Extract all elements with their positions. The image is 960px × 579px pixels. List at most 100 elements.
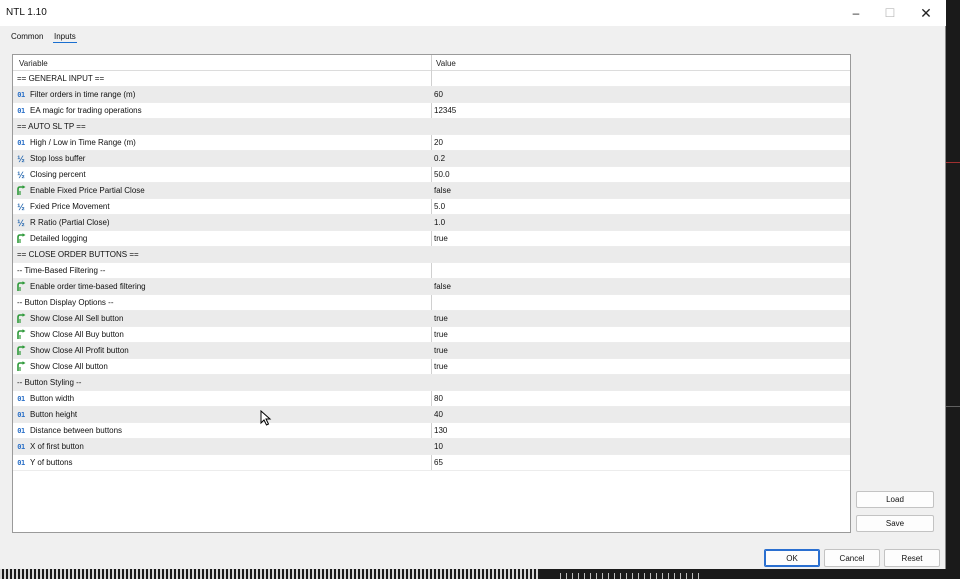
- table-row[interactable]: 01 Button height 40: [13, 407, 850, 423]
- table-row[interactable]: Enable Fixed Price Partial Close false: [13, 183, 850, 199]
- value-cell[interactable]: [434, 119, 844, 134]
- value-cell[interactable]: false: [434, 279, 844, 294]
- variable-cell[interactable]: ½ Fxied Price Movement: [15, 199, 429, 214]
- value-cell[interactable]: [434, 247, 844, 262]
- int-icon: 01: [17, 106, 25, 115]
- column-header-value[interactable]: Value: [436, 59, 456, 68]
- variable-cell[interactable]: == GENERAL INPUT ==: [15, 71, 429, 86]
- value-cell[interactable]: true: [434, 359, 844, 374]
- value-cell[interactable]: false: [434, 183, 844, 198]
- value-cell[interactable]: 20: [434, 135, 844, 150]
- table-row[interactable]: 01 X of first button 10: [13, 439, 850, 455]
- variable-cell[interactable]: Show Close All button: [15, 359, 429, 374]
- int-icon: 01: [17, 138, 25, 147]
- load-button[interactable]: Load: [856, 491, 934, 508]
- variable-cell[interactable]: 01 Button height: [15, 407, 429, 422]
- table-row[interactable]: 01 Distance between buttons 130: [13, 423, 850, 439]
- table-row[interactable]: 01 Y of buttons 65: [13, 455, 850, 471]
- table-row[interactable]: Show Close All Buy button true: [13, 327, 850, 343]
- title-bar[interactable]: NTL 1.10 – ☐ ✕: [0, 0, 946, 26]
- value-cell[interactable]: true: [434, 327, 844, 342]
- value-cell[interactable]: 5.0: [434, 199, 844, 214]
- variable-cell[interactable]: Enable Fixed Price Partial Close: [15, 183, 429, 198]
- variable-cell[interactable]: Show Close All Buy button: [15, 327, 429, 342]
- variable-cell[interactable]: 01 Y of buttons: [15, 455, 429, 470]
- ok-button[interactable]: OK: [764, 549, 820, 567]
- value-cell[interactable]: 60: [434, 87, 844, 102]
- value-cell[interactable]: 12345: [434, 103, 844, 118]
- value-cell[interactable]: 130: [434, 423, 844, 438]
- variable-label: Enable order time-based filtering: [30, 282, 146, 291]
- int-icon: 01: [17, 426, 25, 435]
- variable-cell[interactable]: 01 High / Low in Time Range (m): [15, 135, 429, 150]
- variable-cell[interactable]: Show Close All Profit button: [15, 343, 429, 358]
- variable-cell[interactable]: -- Time-Based Filtering --: [15, 263, 429, 278]
- value-cell[interactable]: true: [434, 231, 844, 246]
- value-cell[interactable]: true: [434, 311, 844, 326]
- cancel-button[interactable]: Cancel: [824, 549, 880, 567]
- variable-cell[interactable]: -- Button Styling --: [15, 375, 429, 390]
- section-row[interactable]: -- Time-Based Filtering --: [13, 263, 850, 279]
- value-cell[interactable]: 40: [434, 407, 844, 422]
- table-row[interactable]: 01 Button width 80: [13, 391, 850, 407]
- section-row[interactable]: -- Button Display Options --: [13, 295, 850, 311]
- variable-cell[interactable]: 01 Filter orders in time range (m): [15, 87, 429, 102]
- variable-label: Distance between buttons: [30, 426, 123, 435]
- section-row[interactable]: == AUTO SL TP ==: [13, 119, 850, 135]
- variable-cell[interactable]: Show Close All Sell button: [15, 311, 429, 326]
- value-cell[interactable]: 50.0: [434, 167, 844, 182]
- table-row[interactable]: 01 Filter orders in time range (m) 60: [13, 87, 850, 103]
- value-cell[interactable]: 65: [434, 455, 844, 470]
- variable-cell[interactable]: 01 Button width: [15, 391, 429, 406]
- inputs-grid: Variable Value == GENERAL INPUT == 01 Filt…: [12, 54, 851, 533]
- close-icon[interactable]: ✕: [908, 0, 944, 26]
- value-cell[interactable]: 10: [434, 439, 844, 454]
- table-row[interactable]: 01 High / Low in Time Range (m) 20: [13, 135, 850, 151]
- value-cell[interactable]: true: [434, 343, 844, 358]
- reset-button[interactable]: Reset: [884, 549, 940, 567]
- variable-cell[interactable]: 01 EA magic for trading operations: [15, 103, 429, 118]
- section-row[interactable]: == CLOSE ORDER BUTTONS ==: [13, 247, 850, 263]
- variable-cell[interactable]: ½ R Ratio (Partial Close): [15, 215, 429, 230]
- value-cell[interactable]: 80: [434, 391, 844, 406]
- variable-cell[interactable]: 01 X of first button: [15, 439, 429, 454]
- section-row[interactable]: -- Button Styling --: [13, 375, 850, 391]
- maximize-icon[interactable]: ☐: [872, 0, 908, 26]
- table-row[interactable]: Show Close All Profit button true: [13, 343, 850, 359]
- table-row[interactable]: ½ Closing percent 50.0: [13, 167, 850, 183]
- value-cell[interactable]: 1.0: [434, 215, 844, 230]
- value-cell[interactable]: 0.2: [434, 151, 844, 166]
- column-header-variable[interactable]: Variable: [19, 59, 48, 68]
- minimize-icon[interactable]: –: [838, 0, 874, 26]
- variable-label: R Ratio (Partial Close): [30, 218, 110, 227]
- variable-cell[interactable]: == CLOSE ORDER BUTTONS ==: [15, 247, 429, 262]
- value-cell[interactable]: [434, 295, 844, 310]
- tab-inputs[interactable]: Inputs: [53, 32, 77, 43]
- variable-cell[interactable]: Enable order time-based filtering: [15, 279, 429, 294]
- tab-common[interactable]: Common: [10, 32, 44, 41]
- variable-label: == AUTO SL TP ==: [17, 122, 86, 131]
- save-button[interactable]: Save: [856, 515, 934, 532]
- table-row[interactable]: ½ Stop loss buffer 0.2: [13, 151, 850, 167]
- variable-cell[interactable]: ½ Closing percent: [15, 167, 429, 182]
- table-row[interactable]: Detailed logging true: [13, 231, 850, 247]
- variable-cell[interactable]: -- Button Display Options --: [15, 295, 429, 310]
- variable-cell[interactable]: ½ Stop loss buffer: [15, 151, 429, 166]
- int-icon: 01: [17, 410, 25, 419]
- value-cell[interactable]: [434, 375, 844, 390]
- table-row[interactable]: Show Close All button true: [13, 359, 850, 375]
- table-row[interactable]: 01 EA magic for trading operations 12345: [13, 103, 850, 119]
- table-row[interactable]: ½ Fxied Price Movement 5.0: [13, 199, 850, 215]
- variable-cell[interactable]: == AUTO SL TP ==: [15, 119, 429, 134]
- value-cell[interactable]: [434, 263, 844, 278]
- variable-label: Fxied Price Movement: [30, 202, 110, 211]
- variable-cell[interactable]: 01 Distance between buttons: [15, 423, 429, 438]
- int-icon: 01: [17, 458, 25, 467]
- table-row[interactable]: Enable order time-based filtering false: [13, 279, 850, 295]
- variable-cell[interactable]: Detailed logging: [15, 231, 429, 246]
- table-row[interactable]: Show Close All Sell button true: [13, 311, 850, 327]
- section-row[interactable]: == GENERAL INPUT ==: [13, 71, 850, 87]
- table-row[interactable]: ½ R Ratio (Partial Close) 1.0: [13, 215, 850, 231]
- value-cell[interactable]: [434, 71, 844, 86]
- bool-icon: [15, 345, 27, 357]
